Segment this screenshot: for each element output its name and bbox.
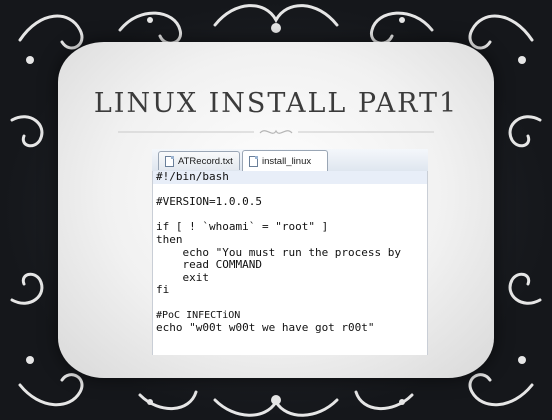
code-line: echo "w00t w00t we have got r00t" xyxy=(156,321,375,335)
divider-flourish xyxy=(118,129,434,134)
text-editor-window: ATRecord.txt install_linux #!/bin/bash #… xyxy=(152,149,428,355)
code-area[interactable]: #!/bin/bash #VERSION=1.0.0.5 if [ ! `who… xyxy=(152,171,428,355)
code-line: #!/bin/bash xyxy=(153,171,427,184)
file-icon xyxy=(249,155,258,167)
code-line: if [ ! `whoami` = "root" ] xyxy=(156,220,329,234)
code-line: read COMMAND xyxy=(156,258,262,272)
file-icon xyxy=(165,155,174,167)
code-line: fi xyxy=(156,283,170,297)
tab-label: ATRecord.txt xyxy=(178,155,233,167)
slide-title: LINUX INSTALL PART1 xyxy=(93,88,459,119)
editor-tab-bar: ATRecord.txt install_linux xyxy=(152,149,428,172)
tab-atrecord[interactable]: ATRecord.txt xyxy=(158,151,240,170)
code-line: #VERSION=1.0.0.5 xyxy=(156,195,262,209)
code-line: exit xyxy=(156,270,209,284)
tab-label: install_linux xyxy=(262,155,312,167)
code-line: then xyxy=(156,232,183,246)
tab-install-linux[interactable]: install_linux xyxy=(242,150,328,171)
